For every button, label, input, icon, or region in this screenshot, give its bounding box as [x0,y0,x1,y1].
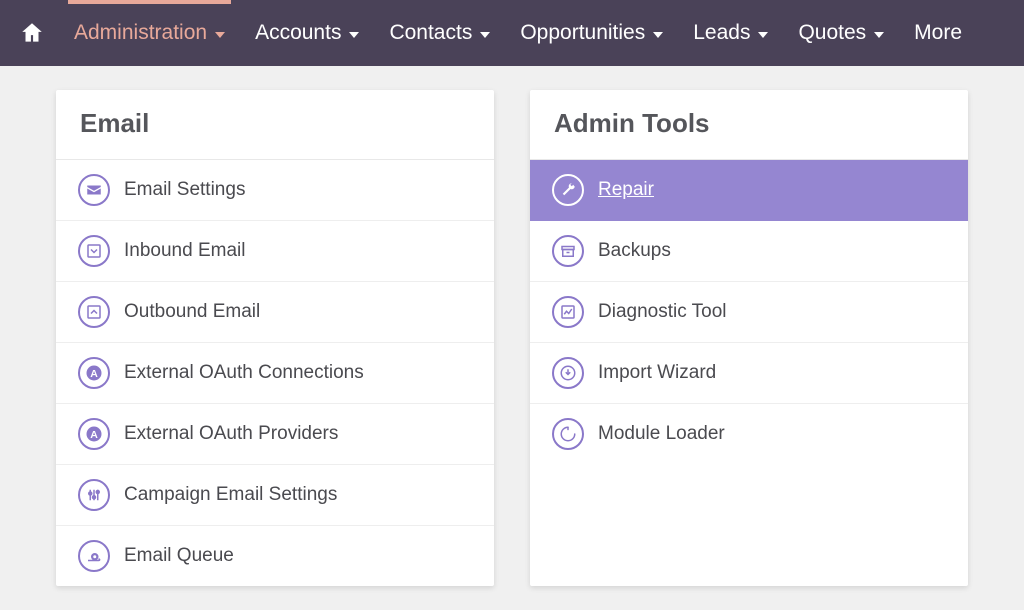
row-outbound-email[interactable]: Outbound Email [56,282,494,343]
nav-label: Accounts [255,21,341,45]
panel-title-email: Email [56,90,494,160]
nav-leads[interactable]: Leads [681,0,780,66]
oauth-icon: A [78,418,110,450]
row-email-queue[interactable]: Email Queue [56,526,494,586]
panel-admin-tools: Admin Tools Repair Backups Diagnostic To… [530,90,968,586]
row-label: Campaign Email Settings [124,484,337,506]
row-label: Module Loader [598,423,725,445]
loader-icon [552,418,584,450]
sliders-icon [78,479,110,511]
oauth-icon: A [78,357,110,389]
row-external-oauth-providers[interactable]: A External OAuth Providers [56,404,494,465]
nav-accounts[interactable]: Accounts [243,0,371,66]
chart-icon [552,296,584,328]
row-label: Repair [598,179,654,201]
nav-label: Administration [74,21,207,45]
row-label: External OAuth Connections [124,362,364,384]
nav-label: Leads [693,21,750,45]
nav-label: Opportunities [520,21,645,45]
import-icon [552,357,584,389]
svg-text:A: A [90,429,98,441]
chevron-down-icon [349,32,359,38]
row-backups[interactable]: Backups [530,221,968,282]
row-label: Diagnostic Tool [598,301,727,323]
row-campaign-email-settings[interactable]: Campaign Email Settings [56,465,494,526]
row-label: Import Wizard [598,362,716,384]
chevron-down-icon [874,32,884,38]
row-module-loader[interactable]: Module Loader [530,404,968,464]
home-icon[interactable] [18,19,46,47]
nav-label: Contacts [389,21,472,45]
chevron-down-icon [480,32,490,38]
chevron-down-icon [758,32,768,38]
nav-more[interactable]: More [902,0,974,66]
top-nav: Administration Accounts Contacts Opportu… [0,0,1024,66]
chevron-down-icon [215,32,225,38]
svg-text:A: A [90,368,98,380]
outbox-icon [78,296,110,328]
row-email-settings[interactable]: Email Settings [56,160,494,221]
wrench-icon [552,174,584,206]
row-label: External OAuth Providers [124,423,338,445]
row-label: Inbound Email [124,240,245,262]
admin-content: Email Email Settings Inbound Email Outbo… [0,66,1024,610]
row-external-oauth-connections[interactable]: A External OAuth Connections [56,343,494,404]
row-label: Backups [598,240,671,262]
row-label: Outbound Email [124,301,260,323]
panel-email: Email Email Settings Inbound Email Outbo… [56,90,494,586]
row-label: Email Queue [124,545,234,567]
chevron-down-icon [653,32,663,38]
archive-icon [552,235,584,267]
row-import-wizard[interactable]: Import Wizard [530,343,968,404]
row-label: Email Settings [124,179,245,201]
nav-label: More [914,21,962,45]
row-repair[interactable]: Repair [530,160,968,221]
nav-administration[interactable]: Administration [62,0,237,66]
inbox-icon [78,235,110,267]
panel-title-admin-tools: Admin Tools [530,90,968,160]
envelope-icon [78,174,110,206]
nav-contacts[interactable]: Contacts [377,0,502,66]
nav-opportunities[interactable]: Opportunities [508,0,675,66]
row-inbound-email[interactable]: Inbound Email [56,221,494,282]
row-diagnostic-tool[interactable]: Diagnostic Tool [530,282,968,343]
nav-label: Quotes [798,21,866,45]
nav-quotes[interactable]: Quotes [786,0,896,66]
snail-icon [78,540,110,572]
